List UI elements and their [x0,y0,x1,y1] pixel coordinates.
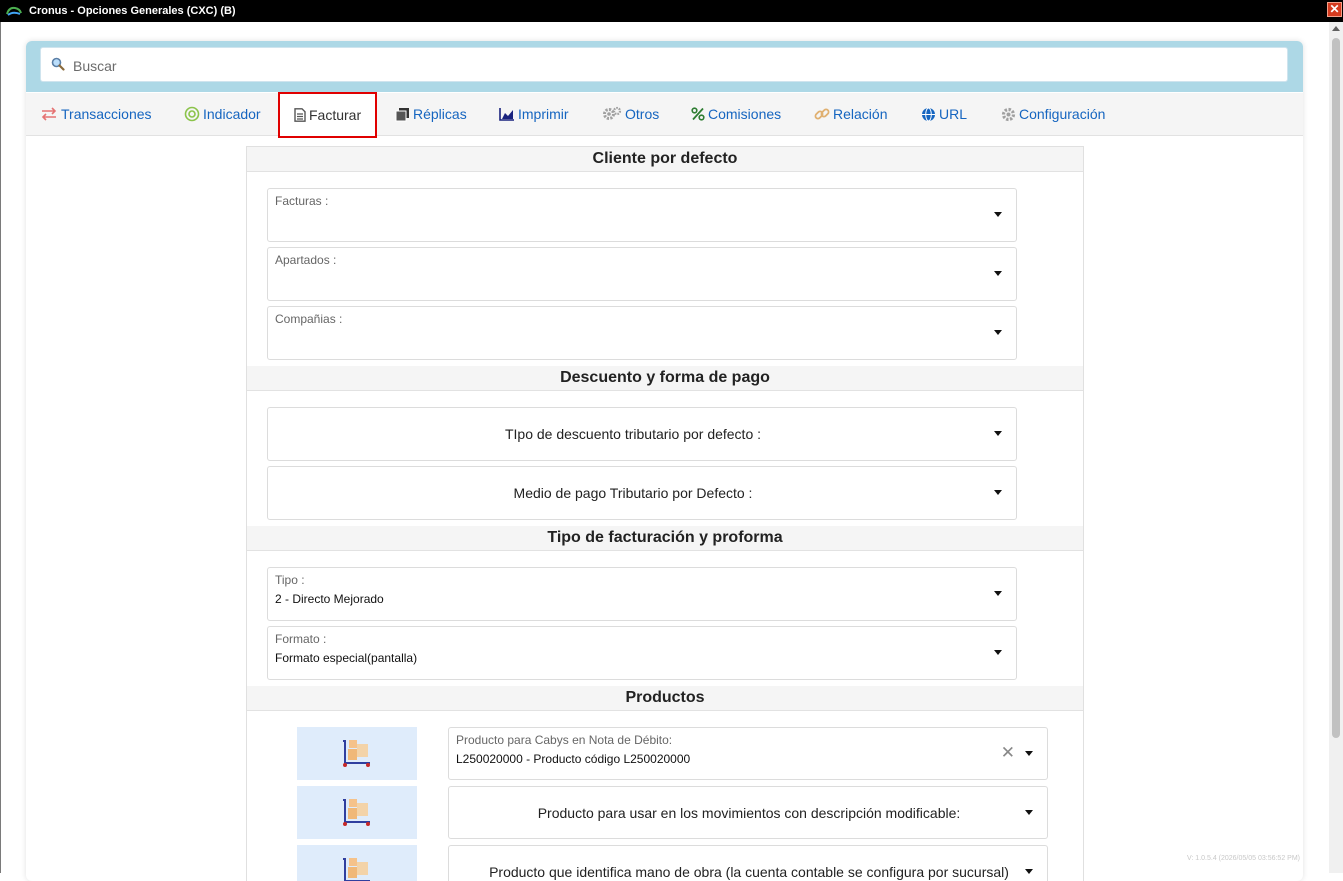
search-band [26,41,1303,92]
search-icon [51,57,65,71]
apartados-select[interactable]: Apartados : [267,247,1017,301]
producto-descripcion-select[interactable]: Producto para usar en los movimientos co… [448,786,1048,839]
tab-configuracion[interactable]: Configuración [1001,93,1105,135]
field-label: Tipo : [275,573,305,587]
scrollbar-thumb[interactable] [1332,38,1340,738]
field-placeholder: Producto para usar en los movimientos co… [537,805,961,821]
medio-pago-select[interactable]: Medio de pago Tributario por Defecto : [267,466,1017,520]
field-label: Producto para Cabys en Nota de Débito: [456,733,673,747]
tab-label: URL [939,106,968,122]
producto-cabys-select[interactable]: Producto para Cabys en Nota de Débito: L… [448,727,1048,780]
section-title-tipo-facturacion: Tipo de facturación y proforma [247,526,1083,551]
window-title: Cronus - Opciones Generales (CXC) (B) [29,5,236,17]
tipo-select[interactable]: Tipo : 2 - Directo Mejorado [267,567,1017,621]
product-image[interactable] [297,786,417,839]
boxes-cart-icon [343,740,370,767]
chevron-down-icon[interactable] [1025,869,1033,874]
globe-icon [922,107,935,121]
tab-label: Otros [625,106,660,122]
arrows-exchange-icon [41,107,57,121]
clear-icon[interactable]: ✕ [1001,744,1015,762]
tab-otros[interactable]: Otros [602,93,659,135]
field-label: Formato : [275,632,327,646]
chevron-down-icon[interactable] [994,212,1002,217]
scroll-up-arrow-icon[interactable] [1332,26,1340,31]
area-chart-icon [499,108,514,121]
tab-label: Relación [833,106,888,122]
boxes-cart-icon [343,858,370,881]
tab-label: Réplicas [413,106,467,122]
document-icon [294,108,306,122]
field-value: L250020000 - Producto código L250020000 [456,752,691,766]
section-title-productos: Productos [247,686,1083,711]
companias-select[interactable]: Compañias : [267,306,1017,360]
product-image[interactable] [297,727,417,780]
window-title-bar: Cronus - Opciones Generales (CXC) (B) ✕ [0,0,1343,22]
tab-imprimir[interactable]: Imprimir [499,93,569,135]
chevron-down-icon[interactable] [994,591,1002,596]
chevron-down-icon[interactable] [1025,751,1033,756]
chevron-down-icon[interactable] [994,271,1002,276]
field-value: 2 - Directo Mejorado [275,592,384,606]
chevron-down-icon[interactable] [994,490,1002,495]
search-box[interactable] [40,47,1288,83]
product-image[interactable] [297,845,417,881]
tab-indicador[interactable]: Indicador [184,93,261,135]
tab-label: Transacciones [61,106,152,122]
copy-icon [395,107,409,121]
vertical-scrollbar[interactable] [1329,22,1343,873]
tab-label: Imprimir [518,106,569,122]
tab-label: Facturar [309,107,362,123]
tab-replicas[interactable]: Réplicas [395,93,467,135]
field-placeholder: Producto que identifica mano de obra (la… [489,864,1009,880]
tab-facturar[interactable]: Facturar [278,92,378,138]
tab-relacion[interactable]: Relación [814,93,887,135]
chevron-down-icon[interactable] [1025,810,1033,815]
field-label: Compañias : [275,312,343,326]
tab-comisiones[interactable]: Comisiones [691,93,781,135]
version-label: V: 1.0.5.4 (2026/05/05 03:56:52 PM) [1187,855,1300,862]
tab-url[interactable]: URL [921,93,967,135]
close-icon: ✕ [1329,2,1340,16]
tab-label: Indicador [203,106,261,122]
producto-mano-obra-select[interactable]: Producto que identifica mano de obra (la… [448,845,1048,881]
tab-transacciones[interactable]: Transacciones [40,93,152,135]
gear-icon [1001,107,1016,121]
gears-icon [603,106,622,120]
options-card: Transacciones Indicador Facturar Répli [26,41,1303,881]
tab-label: Comisiones [708,106,782,122]
formato-select[interactable]: Formato : Formato especial(pantalla) [267,626,1017,680]
section-title-cliente: Cliente por defecto [247,147,1083,172]
chevron-down-icon[interactable] [994,330,1002,335]
tipo-descuento-select[interactable]: TIpo de descuento tributario por defecto… [267,407,1017,461]
facturas-select[interactable]: Facturas : [267,188,1017,242]
chevron-down-icon[interactable] [994,431,1002,436]
section-title-descuento: Descuento y forma de pago [247,366,1083,391]
tab-bar: Transacciones Indicador Facturar Réplica… [26,92,1303,138]
app-logo-icon [6,6,22,16]
field-value: Formato especial(pantalla) [275,651,418,665]
boxes-cart-icon [343,799,370,826]
chevron-down-icon[interactable] [994,650,1002,655]
search-input[interactable] [71,48,1275,83]
tab-label: Configuración [1019,106,1106,122]
field-label: Apartados : [275,253,337,267]
target-icon [184,106,200,122]
field-placeholder: Medio de pago Tributario por Defecto : [513,485,753,501]
field-placeholder: TIpo de descuento tributario por defecto… [504,426,762,442]
link-icon [814,108,830,120]
field-label: Facturas : [275,194,329,208]
settings-panel: Cliente por defecto Facturas : Apartados… [246,146,1084,881]
close-window-button[interactable]: ✕ [1327,2,1342,17]
percent-icon [691,107,705,121]
